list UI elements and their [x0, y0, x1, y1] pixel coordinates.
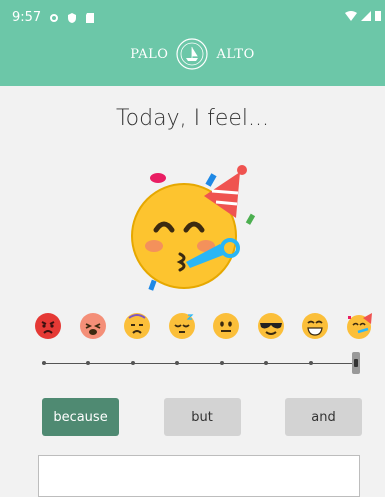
neutral-face-icon[interactable]	[212, 312, 240, 340]
slider-tick	[131, 361, 135, 365]
and-button[interactable]: and	[285, 398, 362, 436]
slider-tick	[220, 361, 224, 365]
wifi-icon	[345, 10, 357, 21]
brand-right-text: ALTO	[216, 46, 255, 62]
confetti-piece	[148, 279, 157, 291]
palo-alto-seal-icon	[176, 38, 209, 70]
status-time: 9:57	[12, 10, 42, 25]
mood-slider[interactable]	[42, 352, 360, 374]
brand-left-text: PALO	[130, 46, 169, 62]
reason-input[interactable]	[38, 455, 360, 497]
app-header: 9:57 PALO ALTO	[0, 0, 385, 86]
sunglasses-face-icon[interactable]	[257, 312, 285, 340]
system-icons	[345, 10, 381, 21]
status-bar: 9:57	[12, 10, 95, 25]
slider-tick	[309, 361, 313, 365]
battery-icon	[375, 11, 381, 21]
sleepy-face-icon[interactable]	[168, 312, 196, 340]
signal-icon	[361, 10, 371, 21]
confetti-piece	[150, 173, 166, 183]
shield-icon	[68, 12, 77, 23]
sd-card-icon	[86, 12, 95, 23]
slider-tick	[175, 361, 179, 365]
slider-thumb[interactable]	[352, 352, 360, 374]
gear-icon	[50, 13, 59, 22]
exhausted-face-icon[interactable]	[79, 312, 107, 340]
slider-tick	[42, 361, 46, 365]
page-title: Today, I feel...	[115, 106, 269, 131]
slider-tick	[86, 361, 90, 365]
angry-face-icon[interactable]	[34, 312, 62, 340]
confetti-piece	[205, 173, 217, 187]
partying-face-icon	[131, 165, 256, 291]
mood-options	[34, 312, 374, 340]
slider-tick	[264, 361, 268, 365]
dizzy-face-icon[interactable]	[123, 312, 151, 340]
partying-face-icon[interactable]	[346, 312, 374, 340]
brand-logo: PALO ALTO	[0, 38, 385, 70]
connector-buttons: because but and	[42, 398, 362, 436]
but-button[interactable]: but	[163, 398, 241, 436]
because-button[interactable]: because	[42, 398, 119, 436]
confetti-piece	[245, 213, 256, 225]
grinning-face-icon[interactable]	[301, 312, 329, 340]
